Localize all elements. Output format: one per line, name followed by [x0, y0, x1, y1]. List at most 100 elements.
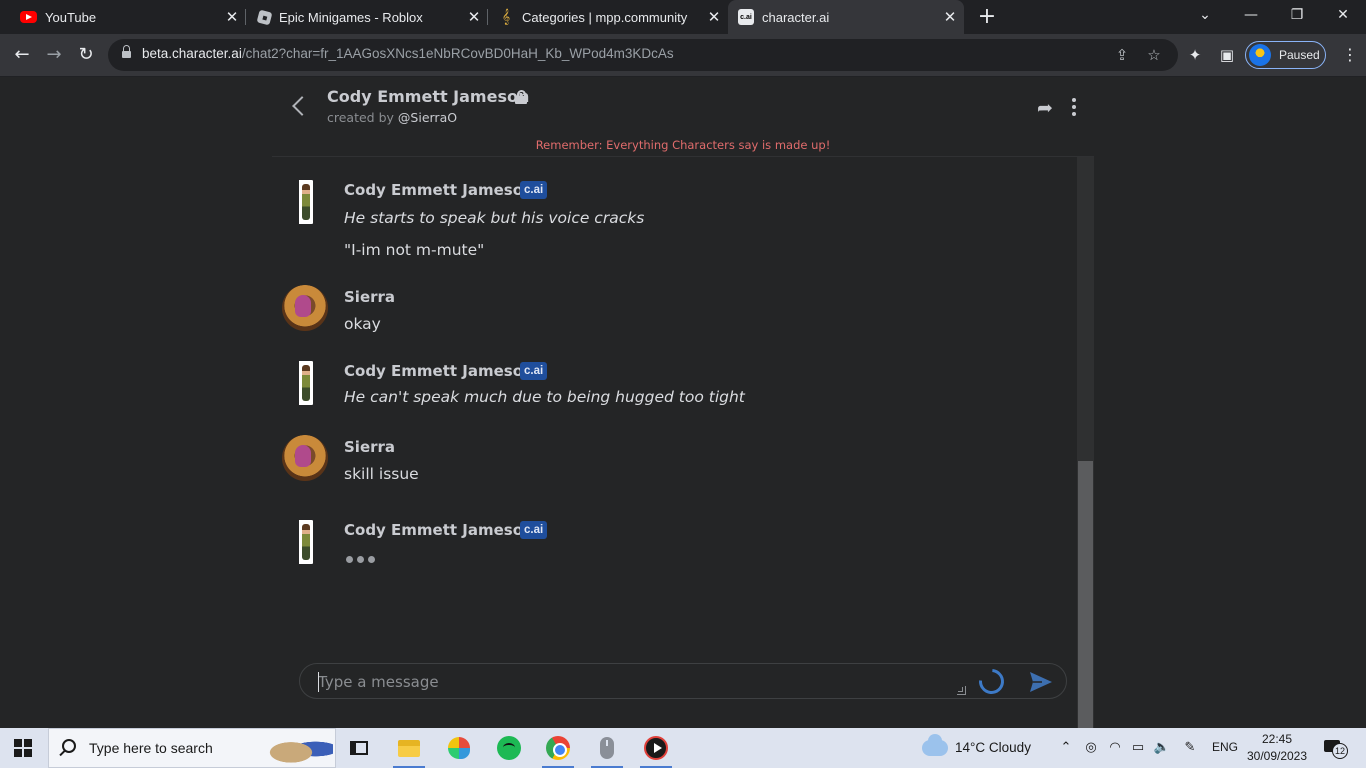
file-explorer-button[interactable] [387, 728, 431, 768]
scrollbar-track[interactable] [1077, 157, 1094, 732]
battery-icon[interactable]: ▭ [1128, 738, 1148, 758]
tray-chevron-icon[interactable]: ⌃ [1056, 738, 1076, 758]
chrome-button[interactable] [536, 728, 580, 768]
media-player-button[interactable] [634, 728, 678, 768]
extensions-icon[interactable]: ✦ [1184, 44, 1206, 66]
mouse-app-button[interactable] [585, 728, 629, 768]
message-sender: Sierra [344, 438, 396, 456]
created-by: created by @SierraO [327, 110, 457, 125]
disclaimer: Remember: Everything Characters say is m… [535, 138, 831, 152]
close-tab-icon[interactable]: ✕ [700, 8, 728, 26]
character-name[interactable]: Cody Emmett Jameson [327, 87, 529, 106]
weather-text[interactable]: 14°C Cloudy [955, 740, 1031, 755]
close-tab-icon[interactable]: ✕ [936, 8, 964, 26]
character-avatar[interactable] [282, 360, 328, 406]
paint-button[interactable] [437, 728, 481, 768]
typing-indicator [346, 556, 375, 563]
send-icon[interactable] [1028, 670, 1054, 694]
message-text: He starts to speak but his voice cracks [344, 209, 645, 227]
message-sender: Cody Emmett Jameson [344, 521, 534, 539]
back-chevron-icon[interactable] [288, 94, 310, 120]
minimize-button[interactable]: — [1228, 0, 1274, 30]
close-tab-icon[interactable]: ✕ [460, 8, 488, 26]
windows-start-icon[interactable] [14, 739, 32, 757]
tab-search-icon[interactable]: ⌄ [1182, 0, 1228, 30]
browser-menu-icon[interactable]: ⋮ [1340, 45, 1360, 65]
user-avatar[interactable] [282, 435, 328, 481]
character-avatar[interactable] [282, 179, 328, 225]
media-player-icon [644, 736, 668, 760]
paint-icon [448, 737, 470, 759]
task-view-icon [350, 741, 368, 755]
forward-arrow-icon[interactable]: → [40, 41, 68, 69]
task-view-button[interactable] [337, 728, 381, 768]
message-list[interactable]: Cody Emmett Jameson c.ai He starts to sp… [272, 156, 1094, 732]
search-highlight-illustration [263, 732, 333, 766]
profile-status: Paused [1279, 48, 1320, 62]
cai-badge: c.ai [520, 521, 548, 539]
tab-roblox[interactable]: Epic Minigames - Roblox ✕ [246, 0, 488, 34]
more-options-icon[interactable] [1068, 98, 1080, 118]
notification-count: 12 [1332, 743, 1348, 759]
file-explorer-icon [398, 739, 420, 757]
side-panel-icon[interactable]: ▣ [1216, 44, 1238, 66]
search-icon [62, 739, 76, 753]
close-window-button[interactable]: ✕ [1320, 0, 1366, 30]
message-sender: Sierra [344, 288, 396, 306]
tab-mpp-community[interactable]: 𝄞 Categories | mpp.community ✕ [488, 0, 728, 34]
music-note-icon: 𝄞 [501, 9, 511, 25]
scrollbar-thumb[interactable] [1078, 461, 1093, 731]
loading-spinner-icon [973, 663, 1010, 700]
address-bar[interactable]: beta.character.ai/chat2?char=fr_1AAGosXN… [108, 39, 1178, 71]
message-sender: Cody Emmett Jameson [344, 362, 534, 380]
clock-time: 22:45 [1261, 732, 1293, 746]
close-tab-icon[interactable]: ✕ [218, 8, 246, 26]
share-icon[interactable]: ➦ [1037, 98, 1059, 118]
tab-youtube[interactable]: YouTube ✕ [0, 0, 246, 34]
taskbar-clock[interactable]: 22:45 30/09/2023 [1246, 731, 1308, 765]
cloud-weather-icon[interactable] [922, 734, 948, 756]
message-text: "I-im not m-mute" [344, 241, 485, 259]
message-composer [299, 663, 1067, 700]
message-sender: Cody Emmett Jameson [344, 181, 534, 199]
reload-icon[interactable]: ↻ [72, 41, 100, 69]
character-avatar[interactable] [282, 519, 328, 565]
spotify-icon [497, 736, 521, 760]
browser-tab-strip: YouTube ✕ Epic Minigames - Roblox ✕ 𝄞 Ca… [0, 0, 1366, 34]
share-page-icon[interactable]: ⇪ [1112, 45, 1132, 65]
message-item: Cody Emmett Jameson c.ai He can't speak … [282, 360, 1072, 416]
back-arrow-icon[interactable]: ← [8, 41, 36, 69]
profile-avatar [1249, 44, 1271, 66]
wifi-icon[interactable]: ◠ [1105, 738, 1125, 758]
message-text: He can't speak much due to being hugged … [344, 388, 745, 406]
resize-grip-icon[interactable] [957, 686, 966, 695]
message-item: Sierra skill issue [282, 435, 1072, 491]
creator-handle[interactable]: @SierraO [398, 110, 457, 125]
spotify-button[interactable] [487, 728, 531, 768]
tab-character-ai[interactable]: c.ai character.ai ✕ [728, 0, 964, 34]
meet-now-icon[interactable]: ◎ [1081, 738, 1101, 758]
user-avatar[interactable] [282, 285, 328, 331]
tab-title: YouTube [45, 9, 97, 25]
bookmark-star-icon[interactable]: ☆ [1144, 45, 1164, 65]
search-placeholder: Type here to search [89, 740, 213, 756]
message-input[interactable] [318, 672, 958, 692]
profile-paused-button[interactable]: Paused [1245, 41, 1326, 69]
address-url[interactable]: beta.character.ai/chat2?char=fr_1AAGosXN… [142, 46, 674, 61]
windows-taskbar: Type here to search 14°C Cloudy ⌃ ◎ ◠ ▭ … [0, 728, 1366, 768]
pen-icon[interactable]: ✎ [1180, 738, 1200, 758]
message-text: skill issue [344, 465, 419, 483]
cai-badge: c.ai [520, 362, 548, 380]
message-item: Sierra okay [282, 285, 1072, 341]
taskbar-search[interactable]: Type here to search [48, 728, 336, 768]
browser-toolbar: ← → ↻ beta.character.ai/chat2?char=fr_1A… [0, 34, 1366, 77]
restore-button[interactable]: ❐ [1274, 0, 1320, 30]
text-cursor [318, 672, 319, 692]
input-language[interactable]: ENG [1212, 740, 1238, 754]
new-tab-button[interactable]: + [975, 4, 999, 30]
volume-icon[interactable]: 🔈 [1152, 738, 1172, 758]
roblox-icon [256, 9, 273, 25]
notification-center-icon[interactable]: 12 [1324, 738, 1348, 759]
address-path: /chat2?char=fr_1AAGosXNcs1eNbRCovBD0HaH_… [241, 46, 674, 61]
lock-icon[interactable] [122, 45, 131, 60]
